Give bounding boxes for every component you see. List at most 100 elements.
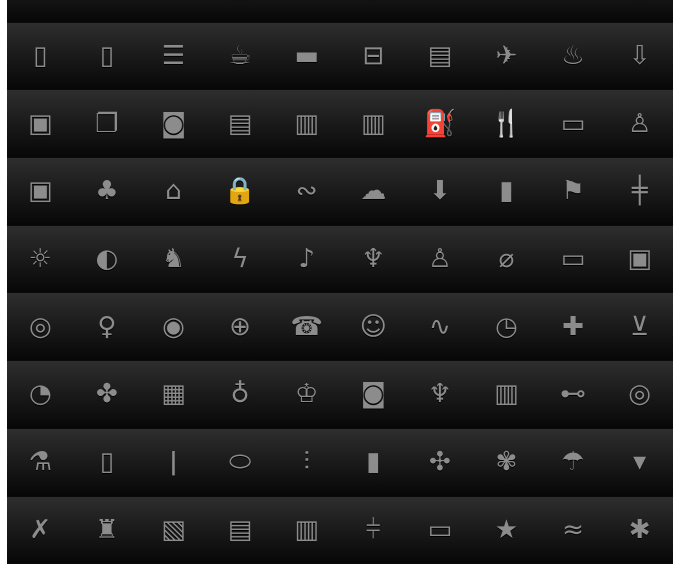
icon-cell[interactable]: ✣ bbox=[407, 429, 474, 496]
icon-cell[interactable]: ▭ bbox=[540, 226, 607, 293]
icon-cell[interactable]: ▥ bbox=[340, 90, 407, 157]
icon-cell[interactable]: ⊟ bbox=[340, 23, 407, 90]
icon-cell[interactable]: ✚ bbox=[540, 293, 607, 360]
icon-cell[interactable]: ♙ bbox=[606, 90, 673, 157]
icon-cell[interactable]: ▮ bbox=[473, 158, 540, 225]
icon-cell[interactable] bbox=[407, 0, 474, 22]
icon-cell[interactable]: ◎ bbox=[606, 361, 673, 428]
icon-cell[interactable]: ◔ bbox=[7, 361, 74, 428]
icon-cell[interactable]: ▯ bbox=[7, 23, 74, 90]
icon-cell[interactable]: ∿ bbox=[407, 293, 474, 360]
icon-cell[interactable]: ☎ bbox=[273, 293, 340, 360]
ipod-icon: ▯ bbox=[33, 43, 47, 69]
icon-cell[interactable]: ⬇ bbox=[407, 158, 474, 225]
icon-row: ▣♣⌂🔒∾☁⬇▮⚑╪ bbox=[7, 158, 673, 226]
icon-cell[interactable]: ▬ bbox=[273, 23, 340, 90]
icon-cell[interactable]: ◎ bbox=[7, 293, 74, 360]
icon-cell[interactable]: ♀ bbox=[74, 293, 141, 360]
icon-cell[interactable]: ♙ bbox=[407, 226, 474, 293]
icon-cell[interactable]: ▣ bbox=[207, 0, 274, 22]
icon-cell[interactable]: ⫩ bbox=[340, 497, 407, 564]
icon-cell[interactable]: ▦ bbox=[140, 361, 207, 428]
icon-cell[interactable]: ▾ bbox=[606, 429, 673, 496]
icon-cell[interactable]: ǀ bbox=[140, 429, 207, 496]
icon-cell[interactable]: ☼ bbox=[7, 226, 74, 293]
icon-cell[interactable]: ▧ bbox=[140, 497, 207, 564]
icon-cell[interactable]: ♔ bbox=[273, 361, 340, 428]
icon-cell[interactable]: ♣ bbox=[74, 158, 141, 225]
icon-cell[interactable]: ▭ bbox=[407, 497, 474, 564]
gas-pump-icon: ⛽ bbox=[424, 111, 456, 137]
icon-cell[interactable]: ▣ bbox=[7, 90, 74, 157]
icon-cell[interactable]: ♜ bbox=[74, 497, 141, 564]
icon-cell[interactable]: ▤ bbox=[207, 90, 274, 157]
icon-cell[interactable]: ▮ bbox=[606, 0, 673, 22]
icon-cell[interactable]: ⚗ bbox=[7, 429, 74, 496]
icon-cell[interactable]: ♜ bbox=[140, 0, 207, 22]
icon-cell[interactable]: ☺ bbox=[340, 293, 407, 360]
icon-cell[interactable]: ✱ bbox=[606, 497, 673, 564]
icon-cell[interactable]: ◉ bbox=[140, 293, 207, 360]
icon-cell[interactable]: ▪ bbox=[540, 0, 607, 22]
music-note-icon: ♪ bbox=[298, 246, 315, 272]
icon-cell[interactable]: ⊻ bbox=[606, 293, 673, 360]
icon-cell[interactable]: ⛽ bbox=[407, 90, 474, 157]
icon-cell[interactable]: ♁ bbox=[207, 361, 274, 428]
icon-cell[interactable]: ❐ bbox=[74, 90, 141, 157]
icon-cell[interactable]: ⌀ bbox=[473, 226, 540, 293]
icon-cell[interactable]: ★ bbox=[473, 0, 540, 22]
icon-cell[interactable]: ∾ bbox=[273, 158, 340, 225]
icon-cell[interactable]: ▣ bbox=[7, 158, 74, 225]
icon-cell[interactable]: ☰ bbox=[140, 23, 207, 90]
icon-cell[interactable]: ✒ bbox=[273, 0, 340, 22]
icon-cell[interactable]: ✾ bbox=[473, 429, 540, 496]
icon-cell[interactable]: ▤ bbox=[407, 23, 474, 90]
icon-cell[interactable]: ♞ bbox=[140, 226, 207, 293]
icon-cell[interactable]: 🍴 bbox=[473, 90, 540, 157]
icon-cell[interactable]: ▯ bbox=[74, 429, 141, 496]
icon-cell[interactable]: ✿ bbox=[74, 0, 141, 22]
icon-cell[interactable]: ⬭ bbox=[207, 429, 274, 496]
icon-cell[interactable]: ▯ bbox=[74, 23, 141, 90]
speedometer-icon: ◔ bbox=[29, 381, 52, 407]
picture-frame-icon: ▣ bbox=[28, 111, 53, 137]
icon-cell[interactable]: ▮ bbox=[340, 429, 407, 496]
icon-cell[interactable]: ϟ bbox=[207, 226, 274, 293]
icon-cell[interactable]: ⚑ bbox=[540, 158, 607, 225]
icon-cell[interactable]: ☂ bbox=[540, 429, 607, 496]
icon-cell[interactable]: ≈ bbox=[540, 497, 607, 564]
icon-cell[interactable]: ▥ bbox=[473, 361, 540, 428]
icon-cell[interactable]: ╪ bbox=[606, 158, 673, 225]
icon-cell[interactable]: ▤ bbox=[207, 497, 274, 564]
icon-cell[interactable]: ⇩ bbox=[606, 23, 673, 90]
icon-cell[interactable]: ◙ bbox=[140, 90, 207, 157]
icon-cell[interactable]: ⚙ bbox=[7, 0, 74, 22]
icon-cell[interactable]: ◐ bbox=[74, 226, 141, 293]
icon-cell[interactable]: ⫶ bbox=[273, 429, 340, 496]
icon-cell[interactable]: ✈ bbox=[473, 23, 540, 90]
icon-cell[interactable]: ◷ bbox=[473, 293, 540, 360]
icon-cell[interactable]: ♆ bbox=[340, 226, 407, 293]
chicken-leg-icon: ≈ bbox=[562, 517, 584, 543]
icon-cell[interactable]: 🔒 bbox=[207, 158, 274, 225]
icon-cell[interactable]: ♆ bbox=[407, 361, 474, 428]
icon-cell[interactable]: ⊷ bbox=[540, 361, 607, 428]
icon-cell[interactable]: ☁ bbox=[340, 158, 407, 225]
icon-cell[interactable]: ✗ bbox=[7, 497, 74, 564]
icon-cell[interactable]: ☕ bbox=[207, 23, 274, 90]
icon-cell[interactable]: ▥ bbox=[273, 497, 340, 564]
icon-cell[interactable]: ⊕ bbox=[207, 293, 274, 360]
icon-cell[interactable]: ✤ bbox=[74, 361, 141, 428]
flask-icon: ⚗ bbox=[29, 449, 52, 475]
icon-cell[interactable]: ⌂ bbox=[140, 158, 207, 225]
icon-cell[interactable]: ● bbox=[340, 0, 407, 22]
icon-cell[interactable]: ▣ bbox=[606, 226, 673, 293]
icon-cell[interactable]: ★ bbox=[473, 497, 540, 564]
phone-icon: ☎ bbox=[290, 314, 322, 340]
coffee-cup-icon: ☕ bbox=[228, 43, 251, 69]
icon-cell[interactable]: ◙ bbox=[340, 361, 407, 428]
icon-cell[interactable]: ♪ bbox=[273, 226, 340, 293]
icon-cell[interactable]: ▭ bbox=[540, 90, 607, 157]
icon-cell[interactable]: ♨ bbox=[540, 23, 607, 90]
icon-cell[interactable]: ▥ bbox=[273, 90, 340, 157]
